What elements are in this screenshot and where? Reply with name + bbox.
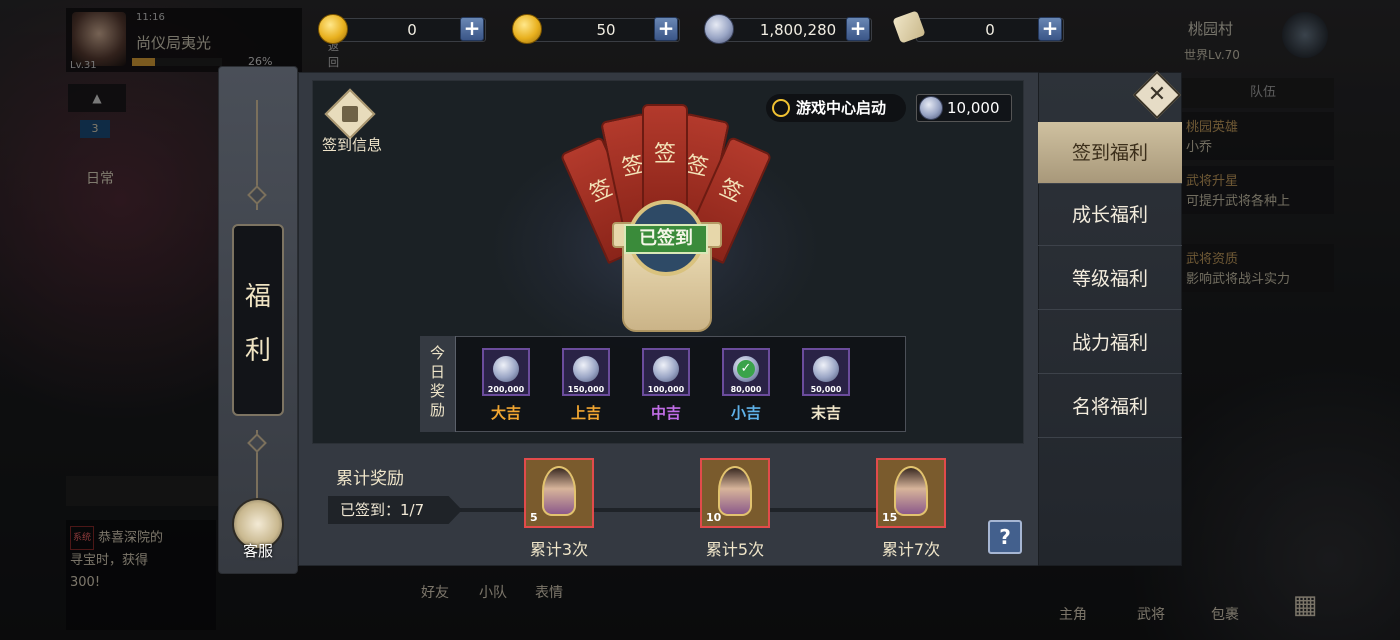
reward-label: 末吉 — [810, 404, 841, 422]
reward-amount: 150,000 — [567, 385, 605, 394]
customer-service-label: 客服 — [242, 542, 273, 560]
reward-label: 大吉 — [490, 404, 521, 422]
add-silver-button[interactable]: + — [846, 17, 870, 41]
reward-item[interactable]: 100,000 — [642, 348, 690, 396]
hero-portrait-icon — [894, 466, 928, 516]
claimed-check-icon: ✓ — [737, 360, 755, 378]
signed-progress: 已签到：1/7 — [328, 496, 462, 524]
hero-portrait-icon — [542, 466, 576, 516]
help-button[interactable]: ? — [988, 520, 1022, 554]
title-char: 福 — [244, 282, 271, 312]
reward-label: 中吉 — [650, 404, 681, 422]
title-char: 利 — [244, 336, 271, 366]
milestone-count: 5 — [530, 511, 538, 524]
reward-label: 上吉 — [570, 404, 601, 422]
reward-item[interactable]: 200,000 — [482, 348, 530, 396]
checkin-info-button[interactable]: 签到信息 — [322, 134, 382, 155]
reward-item[interactable]: 150,000 — [562, 348, 610, 396]
game-center-launch-badge[interactable]: 游戏中心启动 — [766, 94, 906, 122]
milestone-count: 15 — [882, 511, 898, 524]
silver-coin-icon — [813, 356, 839, 382]
gold-coin-icon — [318, 14, 348, 44]
cost-value: 10,000 — [947, 99, 1000, 117]
today-rewards-tag: 今 日 奖 励 — [420, 336, 456, 432]
tag-char: 日 — [429, 363, 445, 381]
silver-coin-icon — [573, 356, 599, 382]
tab-level-welfare[interactable]: 等级福利 — [1038, 248, 1182, 310]
tab-famous-general-welfare[interactable]: 名将福利 — [1038, 376, 1182, 438]
silver-coin-icon — [919, 96, 943, 120]
milestone-reward[interactable]: 10 — [700, 458, 770, 528]
close-icon: ✕ — [1147, 82, 1167, 107]
game-screen: Lv.31 11:16 尚仪局夷光 26% 返回 ▲ 3 日常 系统 恭喜深院的 … — [0, 0, 1400, 640]
welfare-title: 福 利 — [232, 224, 284, 416]
silver-coin-icon — [653, 356, 679, 382]
add-gold-button[interactable]: + — [460, 17, 484, 41]
milestone-label: 累计7次 — [881, 540, 941, 559]
customer-service-button[interactable]: 客服 — [228, 496, 286, 560]
add-bound-gold-button[interactable]: + — [654, 17, 678, 41]
reward-item[interactable]: ✓ 80,000 — [722, 348, 770, 396]
draw-cost: 10,000 — [916, 94, 1012, 122]
milestone-label: 累计3次 — [529, 540, 589, 559]
reward-amount: 200,000 — [487, 385, 525, 394]
milestone-count: 10 — [706, 511, 722, 524]
add-scroll-button[interactable]: + — [1038, 17, 1062, 41]
hero-portrait-icon — [718, 466, 752, 516]
silver-coin-icon — [704, 14, 734, 44]
tab-power-welfare[interactable]: 战力福利 — [1038, 312, 1182, 374]
tag-char: 今 — [429, 344, 445, 362]
reward-amount: 80,000 — [730, 385, 762, 394]
tag-char: 奖 — [429, 382, 445, 400]
milestone-reward[interactable]: 15 — [876, 458, 946, 528]
milestone-label: 累计5次 — [705, 540, 765, 559]
tab-growth-welfare[interactable]: 成长福利 — [1038, 184, 1182, 246]
milestone-reward[interactable]: 5 — [524, 458, 594, 528]
launch-label: 游戏中心启动 — [796, 99, 887, 117]
reward-label: 小吉 — [730, 404, 761, 422]
tab-checkin-welfare[interactable]: 签到福利 — [1038, 122, 1182, 184]
stick-char: 签 — [653, 142, 676, 167]
game-center-icon — [772, 99, 790, 117]
reward-item[interactable]: 50,000 — [802, 348, 850, 396]
signed-in-badge: 已签到 — [624, 224, 708, 254]
reward-amount: 50,000 — [810, 385, 842, 394]
gold-coin-bag-icon — [512, 14, 542, 44]
silver-coin-icon — [493, 356, 519, 382]
reward-amount: 100,000 — [647, 385, 685, 394]
tag-char: 励 — [429, 401, 445, 419]
cumulative-title: 累计奖励 — [336, 469, 404, 489]
